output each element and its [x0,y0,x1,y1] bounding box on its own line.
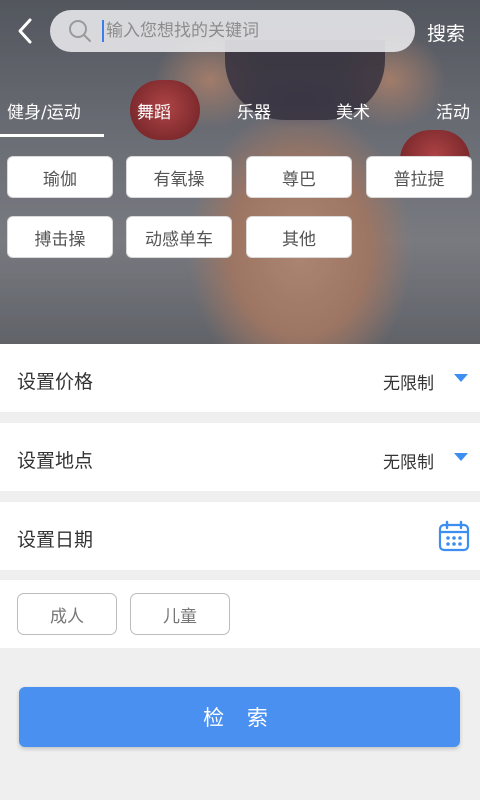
chip-zumba[interactable]: 尊巴 [246,156,352,198]
text-cursor [102,20,104,42]
chevron-left-icon [18,18,32,44]
triangle-down-icon [454,374,468,382]
date-filter-row[interactable]: 设置日期 [0,502,480,570]
search-box[interactable] [50,10,415,52]
back-button[interactable] [10,14,42,48]
category-tabs: 健身/运动 舞蹈 乐器 美术 活动 [0,90,480,138]
age-adult-button[interactable]: 成人 [17,593,117,635]
chip-other[interactable]: 其他 [246,216,352,258]
tab-dance[interactable]: 舞蹈 [137,98,171,123]
chip-spinning[interactable]: 动感单车 [126,216,232,258]
location-filter-row[interactable]: 设置地点 无限制 [0,423,480,491]
age-child-button[interactable]: 儿童 [130,593,230,635]
chip-pilates[interactable]: 普拉提 [366,156,472,198]
price-label: 设置价格 [17,371,94,393]
price-filter-row[interactable]: 设置价格 无限制 [0,344,480,412]
date-label: 设置日期 [17,529,94,551]
tab-activity[interactable]: 活动 [436,98,470,123]
search-input[interactable] [106,21,396,41]
tab-fitness[interactable]: 健身/运动 [7,98,81,123]
tab-art[interactable]: 美术 [336,98,370,123]
search-submit-button[interactable]: 检 索 [19,687,460,747]
calendar-icon[interactable] [438,520,470,552]
location-value: 无限制 [383,453,434,473]
chip-aerobics[interactable]: 有氧操 [126,156,232,198]
chip-kickboxing[interactable]: 搏击操 [7,216,113,258]
active-tab-indicator [0,134,104,137]
location-label: 设置地点 [17,450,94,472]
top-bar: 搜索 [0,0,480,64]
search-icon [69,20,91,42]
price-value: 无限制 [383,374,434,394]
triangle-down-icon [454,453,468,461]
search-button[interactable]: 搜索 [427,19,465,46]
tab-instrument[interactable]: 乐器 [237,98,271,123]
age-group-selector: 成人 儿童 [0,580,480,648]
chip-yoga[interactable]: 瑜伽 [7,156,113,198]
